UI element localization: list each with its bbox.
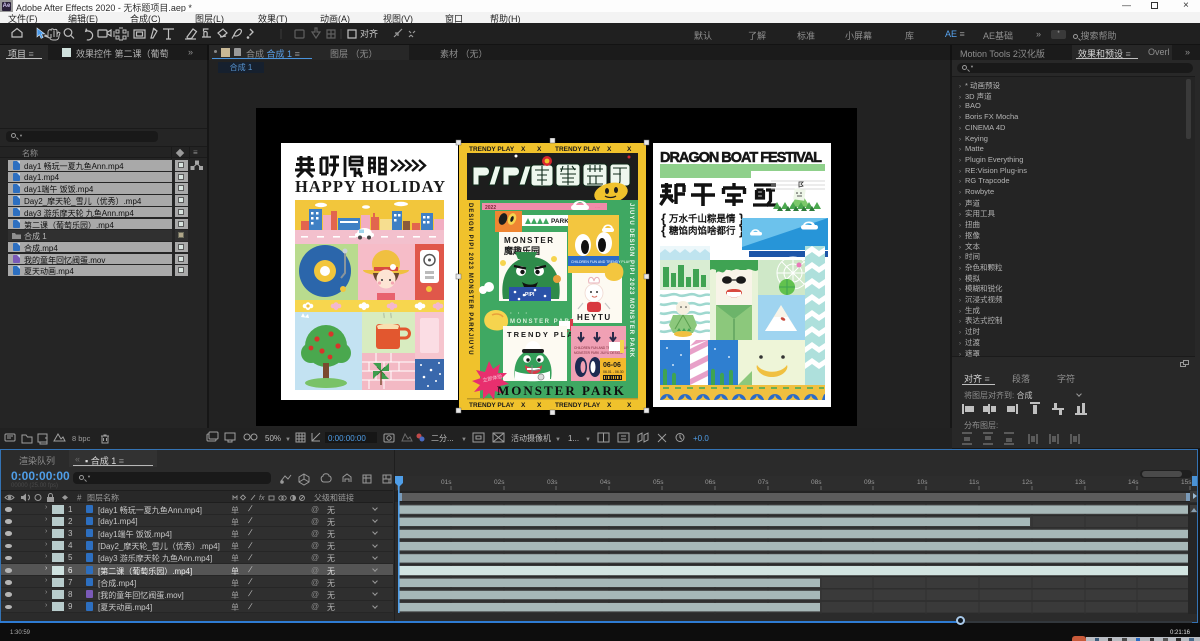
svg-text:▼: ▼ <box>285 437 291 443</box>
svg-text:09s: 09s <box>864 479 875 486</box>
svg-text:11s: 11s <box>969 479 980 486</box>
svg-text:图层名称: 图层名称 <box>87 493 119 503</box>
svg-text:13s: 13s <box>1075 479 1086 486</box>
svg-text:DRAGON BOAT FESTIVAL: DRAGON BOAT FESTIVAL <box>660 150 822 166</box>
svg-text:05s: 05s <box>653 479 664 486</box>
svg-text:02s: 02s <box>494 479 505 486</box>
svg-text:▼: ▼ <box>555 437 561 443</box>
svg-text:{: { <box>661 223 666 238</box>
svg-text:▼: ▼ <box>585 437 591 443</box>
svg-text:活动摄像机: 活动摄像机 <box>511 433 551 443</box>
svg-text:#: # <box>77 494 82 503</box>
svg-text:50%: 50% <box>265 434 281 443</box>
svg-text:10s: 10s <box>917 479 928 486</box>
svg-text:0:00:00:00: 0:00:00:00 <box>328 434 366 443</box>
svg-text:fx: fx <box>259 495 265 502</box>
svg-text:07s: 07s <box>758 479 769 486</box>
svg-text:08s: 08s <box>811 479 822 486</box>
svg-text:01s: 01s <box>441 479 452 486</box>
svg-text:▼: ▼ <box>461 437 467 443</box>
svg-text:03s: 03s <box>547 479 558 486</box>
svg-text:对齐: 对齐 <box>360 28 378 39</box>
svg-text:06s: 06s <box>705 479 716 486</box>
svg-text:糖馅肉馅啥都行: 糖馅肉馅啥都行 <box>669 225 736 237</box>
svg-text:1...: 1... <box>568 434 579 443</box>
svg-text:14s: 14s <box>1128 479 1139 486</box>
svg-text:04s: 04s <box>600 479 611 486</box>
svg-text:+0.0: +0.0 <box>693 434 709 443</box>
svg-text:12s: 12s <box>1022 479 1033 486</box>
svg-text:8 bpc: 8 bpc <box>72 434 91 443</box>
svg-text:15s: 15s <box>1181 479 1192 486</box>
svg-text:二分...: 二分... <box>431 434 454 443</box>
svg-text:万水千山粽是情: 万水千山粽是情 <box>668 213 736 225</box>
svg-text:父级和链接: 父级和链接 <box>314 493 354 503</box>
svg-text:HAPPY HOLIDAY: HAPPY HOLIDAY <box>295 177 445 196</box>
